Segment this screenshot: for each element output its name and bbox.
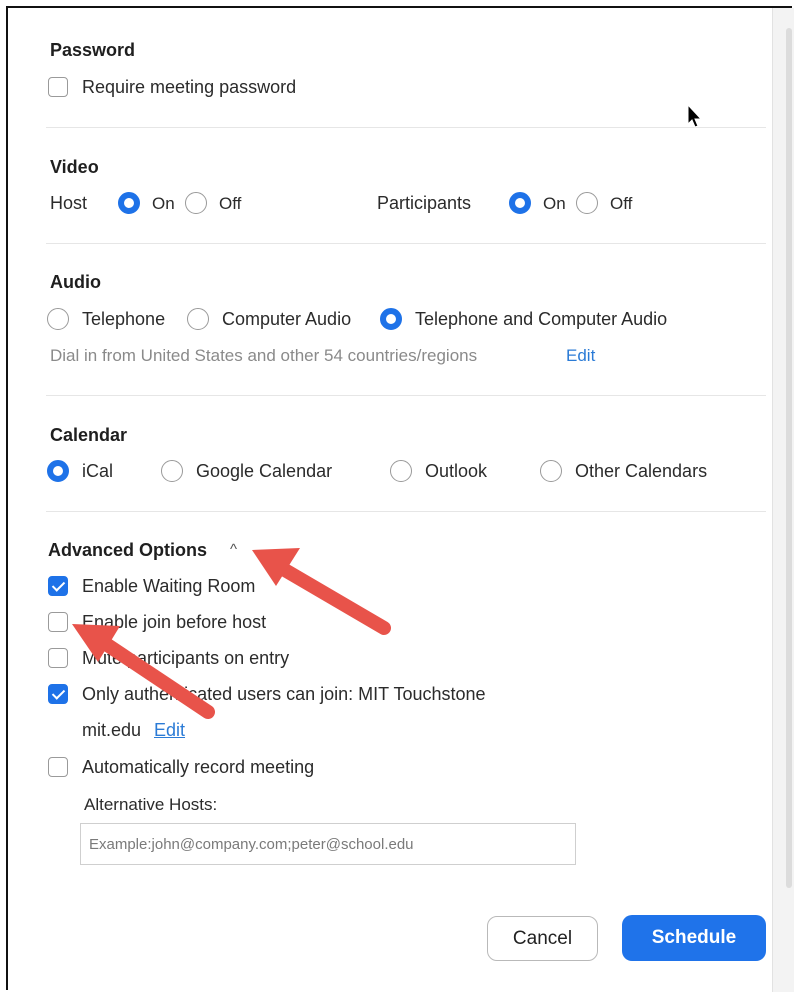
host-video-on-radio[interactable]	[118, 192, 140, 214]
mute-on-entry-label[interactable]: Mute participants on entry	[82, 648, 289, 669]
join-before-host-label[interactable]: Enable join before host	[82, 612, 266, 633]
scrollbar-thumb[interactable]	[786, 28, 792, 888]
audio-both-label[interactable]: Telephone and Computer Audio	[415, 309, 667, 330]
mute-on-entry-checkbox[interactable]	[48, 648, 68, 668]
video-host-label: Host	[50, 193, 88, 213]
audio-telephone-radio[interactable]	[47, 308, 69, 330]
auth-domain-edit-link[interactable]: Edit	[154, 720, 185, 741]
calendar-google-radio[interactable]	[161, 460, 183, 482]
participants-video-on-radio[interactable]	[509, 192, 531, 214]
participants-video-off-label[interactable]: Off	[610, 194, 632, 214]
section-divider	[46, 243, 766, 244]
password-section-title: Password	[50, 40, 136, 60]
participants-video-on-label[interactable]: On	[543, 194, 566, 214]
section-divider	[46, 511, 766, 512]
calendar-other-label[interactable]: Other Calendars	[575, 461, 707, 482]
calendar-other-radio[interactable]	[540, 460, 562, 482]
authenticated-users-checkbox[interactable]	[48, 684, 68, 704]
auth-domain-text: mit.edu	[82, 720, 142, 740]
join-before-host-checkbox[interactable]	[48, 612, 68, 632]
audio-computer-radio[interactable]	[187, 308, 209, 330]
calendar-google-label[interactable]: Google Calendar	[196, 461, 332, 482]
alternative-hosts-label: Alternative Hosts:	[84, 795, 218, 814]
video-participants-label: Participants	[377, 193, 472, 213]
waiting-room-label[interactable]: Enable Waiting Room	[82, 576, 255, 597]
auto-record-label[interactable]: Automatically record meeting	[82, 757, 314, 778]
host-video-off-radio[interactable]	[185, 192, 207, 214]
calendar-outlook-label[interactable]: Outlook	[425, 461, 487, 482]
section-divider	[46, 127, 766, 128]
host-video-off-label[interactable]: Off	[219, 194, 241, 214]
schedule-button[interactable]: Schedule	[622, 915, 766, 961]
video-section-title: Video	[50, 157, 99, 177]
participants-video-off-radio[interactable]	[576, 192, 598, 214]
dial-in-info-text: Dial in from United States and other 54 …	[50, 346, 478, 365]
audio-section-title: Audio	[50, 272, 101, 292]
audio-computer-label[interactable]: Computer Audio	[222, 309, 351, 330]
authenticated-users-label[interactable]: Only authenticated users can join: MIT T…	[82, 684, 486, 705]
audio-telephone-label[interactable]: Telephone	[82, 309, 165, 330]
host-video-on-label[interactable]: On	[152, 194, 175, 214]
alternative-hosts-input[interactable]	[80, 823, 576, 865]
require-password-checkbox[interactable]	[48, 77, 68, 97]
audio-both-radio[interactable]	[380, 308, 402, 330]
calendar-ical-radio[interactable]	[47, 460, 69, 482]
require-password-label[interactable]: Require meeting password	[82, 77, 296, 98]
section-divider	[46, 395, 766, 396]
calendar-ical-label[interactable]: iCal	[82, 461, 113, 482]
dial-in-edit-link[interactable]: Edit	[566, 346, 595, 366]
waiting-room-checkbox[interactable]	[48, 576, 68, 596]
advanced-options-title[interactable]: Advanced Options	[48, 540, 207, 561]
auto-record-checkbox[interactable]	[48, 757, 68, 777]
cancel-button[interactable]: Cancel	[487, 916, 598, 961]
calendar-section-title: Calendar	[50, 425, 128, 445]
chevron-up-icon[interactable]: ^	[230, 541, 237, 558]
calendar-outlook-radio[interactable]	[390, 460, 412, 482]
